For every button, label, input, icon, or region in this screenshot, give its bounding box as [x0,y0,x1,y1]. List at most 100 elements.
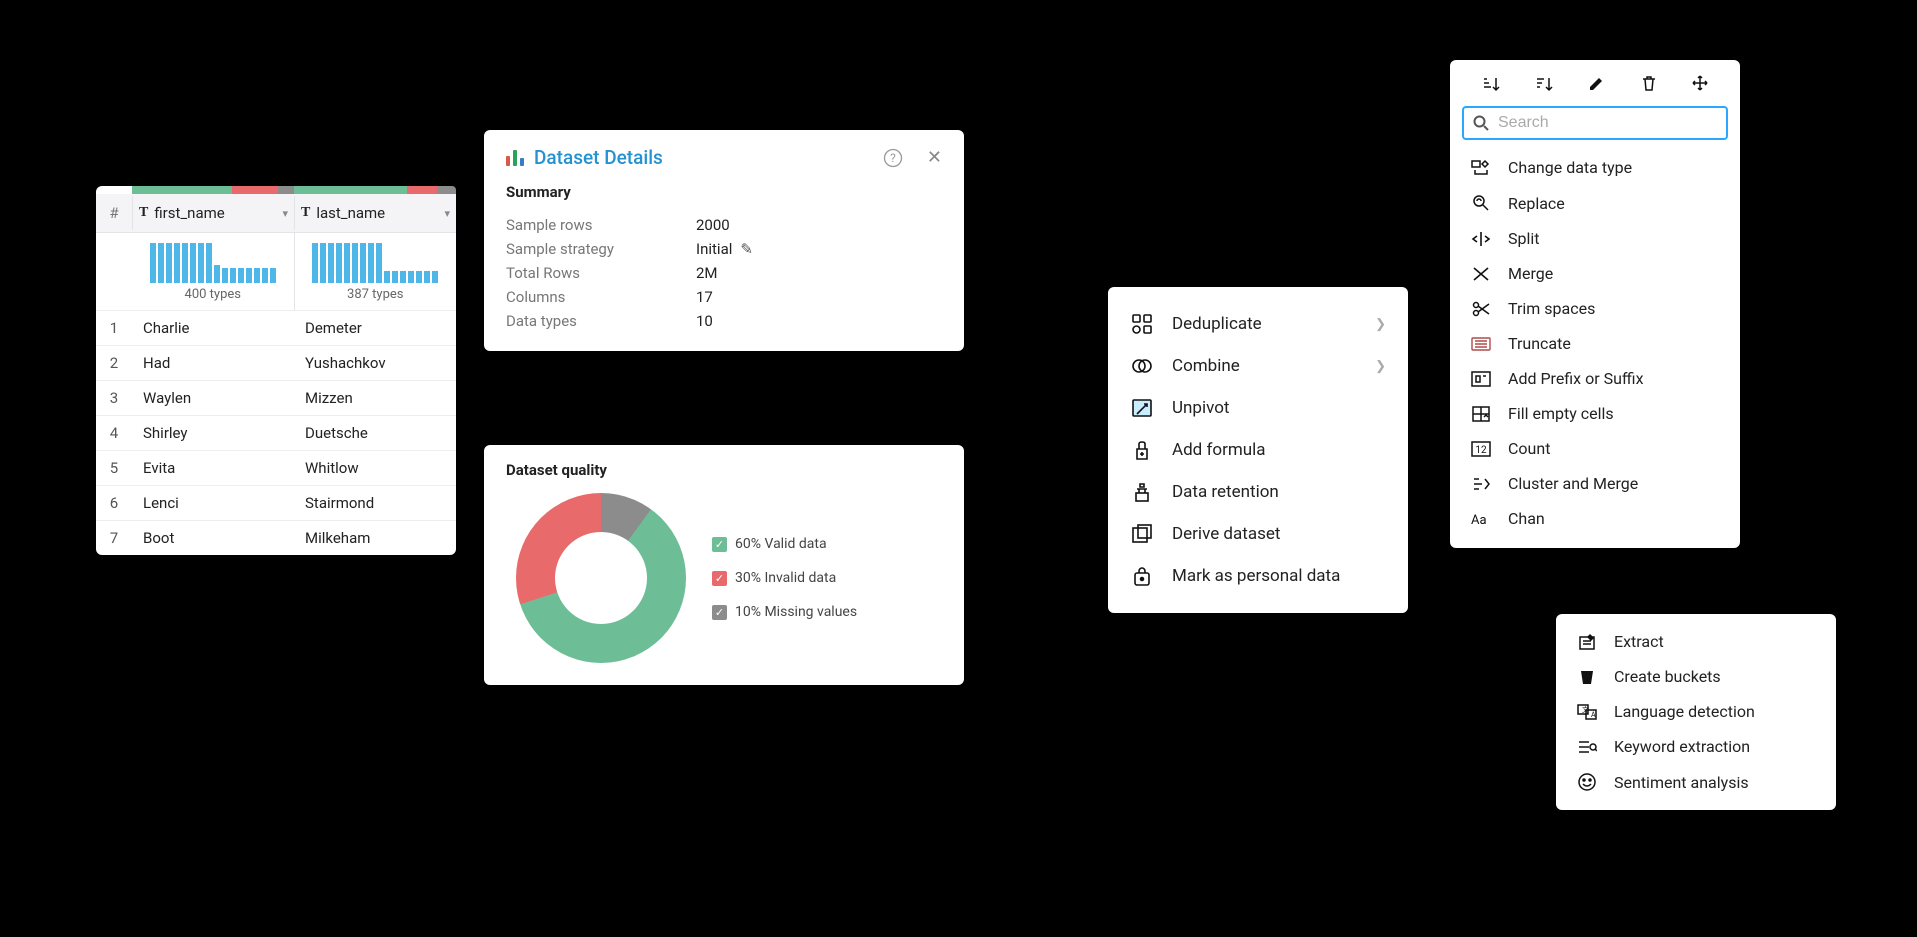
table-row[interactable]: 3WaylenMizzen [96,380,456,415]
svg-text:A: A [1591,711,1596,719]
search-input[interactable] [1498,114,1718,132]
personal-data-icon [1130,565,1154,587]
histogram-last-name [305,239,447,283]
xf-truncate[interactable]: Truncate [1450,326,1740,361]
fill-empty-icon [1470,405,1492,423]
truncate-icon [1470,337,1492,351]
close-icon[interactable]: ✕ [927,147,942,168]
operations-menu: Deduplicate ❯ Combine ❯ Unpivot Add form… [1108,287,1408,613]
xf-count[interactable]: 12Count [1450,431,1740,466]
quality-strip [96,186,456,194]
xf-split[interactable]: Split [1450,221,1740,256]
op-add-formula[interactable]: Add formula [1108,429,1408,471]
prefix-suffix-icon [1470,371,1492,387]
fly-sentiment[interactable]: Sentiment analysis [1556,764,1836,800]
op-deduplicate[interactable]: Deduplicate ❯ [1108,303,1408,345]
chevron-down-icon[interactable]: ▾ [282,207,288,220]
transform-search[interactable] [1462,106,1728,140]
data-table-panel: # T first_name ▾ T last_name ▾ 400 types… [96,186,456,555]
op-data-retention[interactable]: Data retention [1108,471,1408,513]
case-icon: Aa [1470,511,1492,527]
dataset-details-panel: Dataset Details ? ✕ Summary Sample rows2… [484,130,964,351]
move-icon[interactable] [1691,74,1709,94]
kv-sample-rows: Sample rows2000 [506,213,942,237]
xf-fill-empty[interactable]: Fill empty cells [1450,396,1740,431]
column-header-first-name[interactable]: T first_name ▾ [132,196,294,230]
table-row[interactable]: 6LenciStairmond [96,485,456,520]
checkbox-icon: ✓ [712,537,727,552]
kv-columns: Columns17 [506,285,942,309]
types-count: 400 types [142,287,284,302]
legend-invalid[interactable]: ✓30% Invalid data [712,570,857,586]
cluster-icon [1470,475,1492,493]
legend-valid[interactable]: ✓60% Valid data [712,536,857,552]
language-icon: 文A [1576,703,1598,721]
checkbox-icon: ✓ [712,571,727,586]
xf-trim[interactable]: Trim spaces [1450,291,1740,326]
edit-icon[interactable] [1588,74,1606,94]
panel-title: Dataset Details [534,146,663,169]
op-derive-dataset[interactable]: Derive dataset [1108,513,1408,555]
count-icon: 12 [1470,441,1492,457]
column-name: last_name [316,204,385,222]
xf-change-type[interactable]: Change data type [1450,150,1740,185]
help-icon[interactable]: ? [883,148,903,168]
op-unpivot[interactable]: Unpivot [1108,387,1408,429]
xf-replace[interactable]: Replace [1450,185,1740,221]
edit-icon[interactable]: ✎ [740,240,753,258]
table-row[interactable]: 4ShirleyDuetsche [96,415,456,450]
column-header-last-name[interactable]: T last_name ▾ [294,196,456,230]
table-row[interactable]: 2HadYushachkov [96,345,456,380]
legend-missing[interactable]: ✓10% Missing values [712,604,857,620]
svg-text:?: ? [890,151,896,165]
kv-total-rows: Total Rows2M [506,261,942,285]
xf-prefix-suffix[interactable]: Add Prefix or Suffix [1450,361,1740,396]
svg-text:Aa: Aa [1471,513,1487,527]
bars-logo-icon [506,150,524,166]
quality-legend: ✓60% Valid data ✓30% Invalid data ✓10% M… [712,536,857,620]
scissors-icon [1470,300,1492,318]
xf-merge[interactable]: Merge [1450,256,1740,291]
table-row[interactable]: 7BootMilkeham [96,520,456,555]
sentiment-icon [1576,772,1598,792]
table-row[interactable]: 1CharlieDemeter [96,310,456,345]
row-number-header: # [96,194,132,232]
fly-keyword[interactable]: Keyword extraction [1556,729,1836,764]
svg-text:12: 12 [1475,445,1487,456]
sort-desc-icon[interactable] [1534,74,1554,94]
extract-icon [1576,633,1598,651]
column-name: first_name [154,204,224,222]
keyword-icon [1576,739,1598,755]
histogram-first-name [142,239,284,283]
fly-buckets[interactable]: Create buckets [1556,659,1836,694]
split-icon [1470,230,1492,248]
merge-icon [1470,265,1492,283]
text-type-icon: T [139,205,148,221]
combine-icon [1130,355,1154,377]
change-type-icon [1470,159,1492,177]
retention-icon [1130,481,1154,503]
search-icon [1472,114,1490,132]
table-row[interactable]: 5EvitaWhitlow [96,450,456,485]
sort-asc-icon[interactable] [1481,74,1501,94]
chevron-right-icon: ❯ [1375,317,1386,332]
op-personal-data[interactable]: Mark as personal data [1108,555,1408,597]
chevron-down-icon[interactable]: ▾ [444,207,450,220]
types-count: 387 types [305,287,447,302]
svg-text:文: 文 [1582,705,1589,714]
replace-icon [1470,193,1492,213]
fly-extract[interactable]: Extract [1556,624,1836,659]
kv-sample-strategy: Sample strategyInitial✎ [506,237,942,261]
xf-cluster-merge[interactable]: Cluster and Merge [1450,466,1740,501]
kv-data-types: Data types10 [506,309,942,333]
quality-donut-chart [516,493,686,663]
dataset-quality-panel: Dataset quality ✓60% Valid data ✓30% Inv… [484,445,964,685]
derive-icon [1130,523,1154,545]
deduplicate-icon [1130,313,1154,335]
delete-icon[interactable] [1640,74,1658,94]
formula-icon [1130,439,1154,461]
fly-language[interactable]: 文ALanguage detection [1556,694,1836,729]
xf-change-partial[interactable]: AaChan [1450,501,1740,536]
op-combine[interactable]: Combine ❯ [1108,345,1408,387]
summary-heading: Summary [506,183,942,201]
